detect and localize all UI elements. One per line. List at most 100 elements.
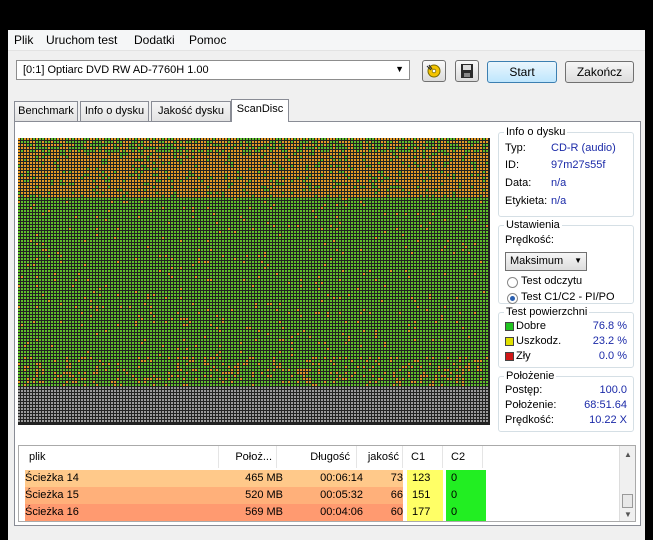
eject-button[interactable]: [422, 60, 446, 82]
scan-cell: [90, 147, 92, 149]
scan-cell: [18, 204, 20, 206]
scan-cell: [60, 216, 62, 218]
scan-cell: [309, 159, 311, 161]
scan-cell: [63, 156, 65, 158]
scan-cell: [150, 195, 152, 197]
scan-cell: [48, 156, 50, 158]
scan-cell: [330, 192, 332, 194]
scan-cell: [78, 189, 80, 191]
save-button[interactable]: [455, 60, 479, 82]
scan-cell: [153, 207, 155, 209]
tab-benchmark[interactable]: Benchmark: [14, 101, 78, 121]
scan-cell: [477, 207, 479, 209]
scan-cell: [306, 201, 308, 203]
scan-cell: [261, 198, 263, 200]
scan-cell: [381, 216, 383, 218]
drive-select[interactable]: [0:1] Optiarc DVD RW AD-7760H 1.00 ▼: [16, 60, 410, 80]
scan-cell: [372, 180, 374, 182]
menu-pomoc[interactable]: Pomoc: [189, 33, 226, 47]
menu-plik[interactable]: Plik: [14, 33, 33, 47]
scan-cell: [174, 195, 176, 197]
scan-cell: [444, 186, 446, 188]
scan-cell: [162, 210, 164, 212]
scan-cell: [429, 165, 431, 167]
scan-cell: [435, 189, 437, 191]
end-button[interactable]: Zakończ: [565, 61, 634, 83]
scan-cell: [207, 174, 209, 176]
scan-cell: [381, 213, 383, 215]
scan-cell: [291, 156, 293, 158]
scan-cell: [123, 141, 125, 143]
scan-cell: [354, 210, 356, 212]
scan-cell: [456, 156, 458, 158]
scan-cell: [327, 222, 329, 224]
scan-cell: [363, 150, 365, 152]
scan-cell: [201, 180, 203, 182]
scan-cell: [177, 204, 179, 206]
scan-cell: [435, 228, 437, 230]
scan-cell: [345, 216, 347, 218]
scan-cell: [153, 171, 155, 173]
scan-cell: [372, 201, 374, 203]
scan-cell: [180, 168, 182, 170]
scan-cell: [282, 144, 284, 146]
scan-cell: [330, 168, 332, 170]
scan-cell: [138, 228, 140, 230]
scan-cell: [51, 201, 53, 203]
scan-cell: [123, 165, 125, 167]
scan-cell: [171, 138, 173, 140]
scan-cell: [135, 210, 137, 212]
scan-cell: [60, 180, 62, 182]
scan-cell: [186, 168, 188, 170]
menu-uruchom-test[interactable]: Uruchom test: [46, 33, 117, 47]
scan-cell: [141, 168, 143, 170]
scan-cell: [72, 222, 74, 224]
scan-cell: [108, 180, 110, 182]
scan-cell: [360, 150, 362, 152]
scan-cell: [315, 138, 317, 140]
scan-cell: [444, 165, 446, 167]
scan-cell: [63, 171, 65, 173]
scan-cell: [75, 144, 77, 146]
scan-cell: [90, 195, 92, 197]
scan-cell: [390, 138, 392, 140]
menu-dodatki[interactable]: Dodatki: [134, 33, 175, 47]
scan-cell: [198, 192, 200, 194]
scan-cell: [111, 168, 113, 170]
scan-cell: [372, 144, 374, 146]
scan-cell: [135, 195, 137, 197]
scan-cell: [255, 183, 257, 185]
scan-cell: [213, 168, 215, 170]
scan-cell: [483, 186, 485, 188]
scan-cell: [474, 150, 476, 152]
scan-cell: [195, 150, 197, 152]
scan-cell: [42, 204, 44, 206]
scan-cell: [162, 138, 164, 140]
scan-cell: [69, 153, 71, 155]
scan-cell: [165, 159, 167, 161]
scan-cell: [348, 165, 350, 167]
scan-cell: [21, 231, 23, 233]
scan-cell: [318, 183, 320, 185]
start-button[interactable]: Start: [487, 61, 557, 83]
tab-info-o-dysku[interactable]: Info o dysku: [80, 101, 149, 121]
scan-cell: [354, 168, 356, 170]
tab-scandisc[interactable]: ScanDisc: [231, 99, 289, 122]
scan-cell: [63, 180, 65, 182]
scan-cell: [99, 201, 101, 203]
scan-cell: [459, 216, 461, 218]
scan-cell: [267, 198, 269, 200]
scan-cell: [126, 138, 128, 140]
scan-cell: [393, 141, 395, 143]
scan-cell: [126, 198, 128, 200]
scan-cell: [348, 147, 350, 149]
scan-cell: [399, 147, 401, 149]
scan-cell: [441, 207, 443, 209]
scan-cell: [342, 189, 344, 191]
scan-cell: [120, 228, 122, 230]
tab-jakosc-dysku[interactable]: Jakość dysku: [151, 101, 231, 121]
scan-cell: [90, 150, 92, 152]
scan-cell: [369, 195, 371, 197]
scan-cell: [156, 225, 158, 227]
scan-cell: [297, 168, 299, 170]
